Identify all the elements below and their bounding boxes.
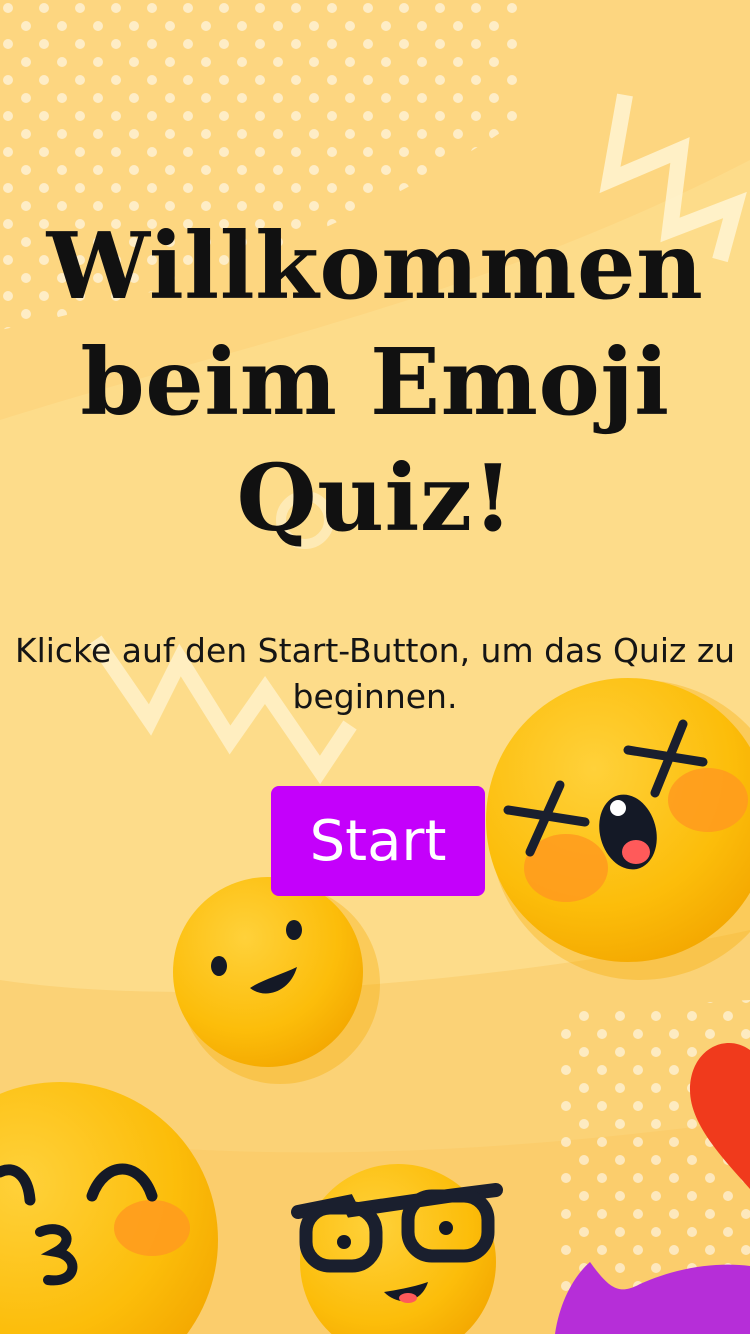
start-button[interactable]: Start: [271, 786, 485, 896]
page-title: Willkommen beim Emoji Quiz!: [46, 212, 704, 552]
instruction-text: Klicke auf den Start-Button, um das Quiz…: [14, 631, 736, 716]
